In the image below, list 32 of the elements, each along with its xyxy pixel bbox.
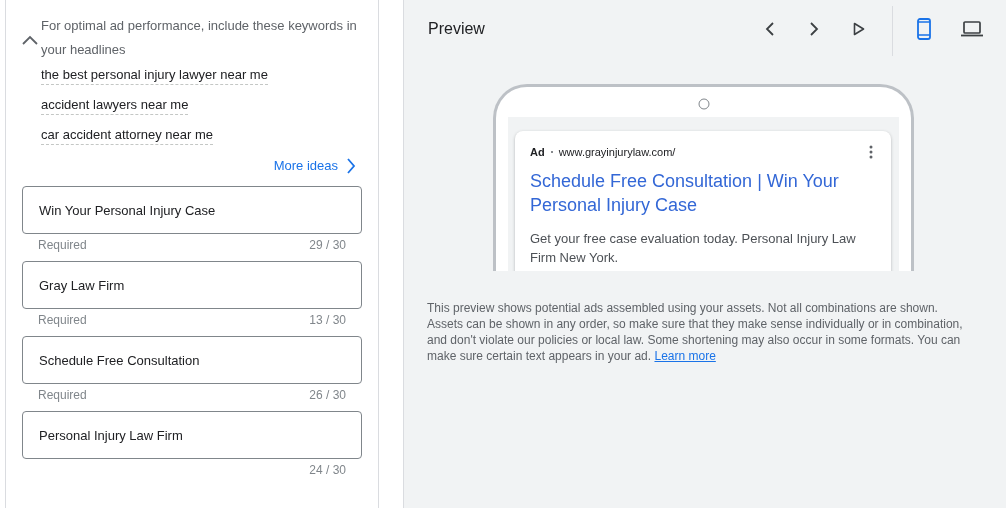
chevron-right-icon xyxy=(346,158,356,174)
headline-field[interactable]: Schedule Free Consultation xyxy=(22,336,362,384)
laptop-icon[interactable] xyxy=(961,21,983,37)
keyword[interactable]: the best personal injury lawyer near me xyxy=(41,66,268,85)
learn-more-link[interactable]: Learn more xyxy=(654,349,716,363)
camera-icon xyxy=(697,98,710,110)
headline-field[interactable]: Personal Injury Law Firm xyxy=(22,411,362,459)
collapse-icon[interactable] xyxy=(22,35,38,45)
keywords-message: For optimal ad performance, include these keywords in your headlines xyxy=(41,17,358,59)
more-options-icon[interactable] xyxy=(869,145,873,159)
character-count: 26 / 30 xyxy=(309,388,346,404)
more-ideas-link[interactable]: More ideas xyxy=(273,157,356,175)
headline-field[interactable]: Gray Law Firm xyxy=(22,261,362,309)
hint-text: Required xyxy=(38,313,87,329)
hint-text: Required xyxy=(38,388,87,404)
ad-headline[interactable]: Schedule Free Consultation | Win Your Personal Injury Case xyxy=(530,169,876,217)
phone-icon[interactable] xyxy=(917,18,931,40)
previous-icon[interactable] xyxy=(765,22,775,36)
keyword[interactable]: car accident attorney near me xyxy=(41,126,213,145)
ad-description: Get your free case evaluation today. Personal Injury Law Firm New York. xyxy=(530,230,857,267)
preview-title: Preview xyxy=(428,20,486,38)
character-count: 29 / 30 xyxy=(309,238,346,254)
character-count: 13 / 30 xyxy=(309,313,346,329)
next-icon[interactable] xyxy=(809,22,819,36)
preview-note: This preview shows potential ads assembled using your assets. Not all combinations are shown. Assets can be shown in any order, so make sure that they make sense individually or in combination, and don't violate our policies or local law. Some shortening may also occur in some formats. You can make sure certain text appears in your ad. Learn more xyxy=(427,300,964,364)
ad-label: Ad xyxy=(530,146,545,158)
keyword[interactable]: accident lawyers near me xyxy=(41,96,189,115)
ad-url: www.grayinjurylaw.com/ xyxy=(558,146,677,158)
headline-field[interactable]: Win Your Personal Injury Case xyxy=(22,186,362,234)
character-count: 24 / 30 xyxy=(309,463,346,479)
hint-text: Required xyxy=(38,238,87,254)
play-icon[interactable] xyxy=(853,22,865,36)
